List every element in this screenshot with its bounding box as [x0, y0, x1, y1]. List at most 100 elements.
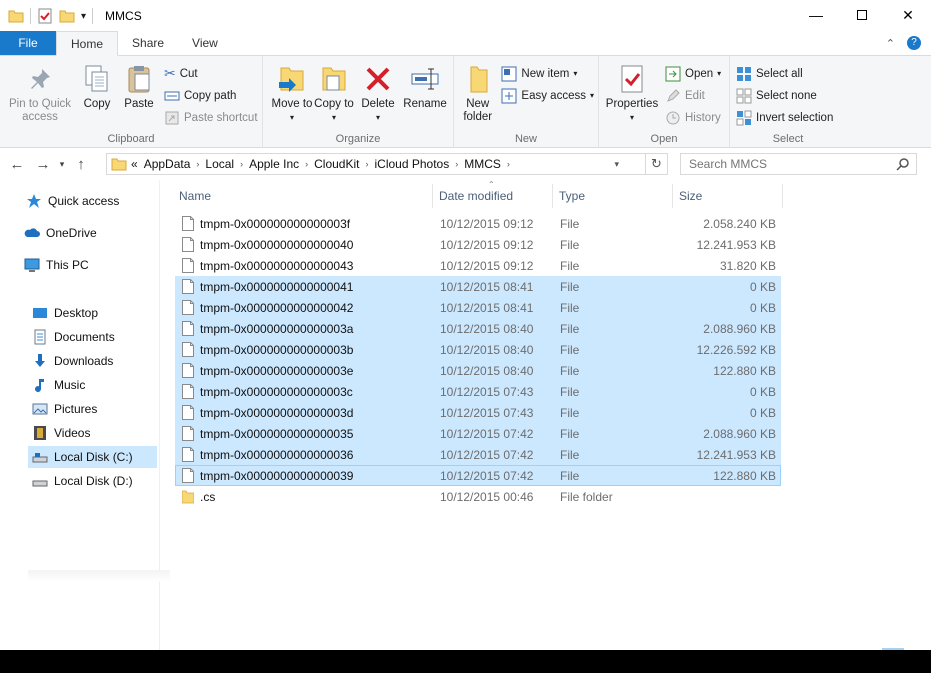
chevron-right-icon[interactable]: ›	[365, 159, 368, 169]
new-item-icon	[501, 66, 517, 81]
edit-button[interactable]: Edit	[665, 86, 721, 105]
file-size: 2.088.960 KB	[703, 322, 776, 336]
minimize-ribbon-chevron-icon[interactable]: ⌃	[886, 37, 895, 50]
file-row[interactable]: tmpm-0x000000000000003b 10/12/2015 08:40 F…	[175, 339, 781, 360]
breadcrumb-local[interactable]: Local	[205, 157, 234, 171]
file-row[interactable]: tmpm-0x0000000000000036 10/12/2015 07:42 F…	[175, 444, 781, 465]
column-header-type[interactable]: Type	[553, 184, 673, 208]
file-date-modified: 10/12/2015 07:42	[440, 469, 534, 483]
up-button[interactable]: ↑	[70, 156, 92, 173]
chevron-right-icon[interactable]: ›	[196, 159, 199, 169]
file-row[interactable]: tmpm-0x0000000000000041 10/12/2015 08:41 F…	[175, 276, 781, 297]
refresh-button[interactable]: ↻	[646, 153, 668, 175]
organize-group-label: Organize	[335, 133, 381, 145]
monitor-icon	[24, 258, 40, 272]
maximize-button[interactable]	[839, 0, 885, 30]
chevron-right-icon[interactable]: ›	[240, 159, 243, 169]
search-box[interactable]	[680, 153, 917, 175]
nav-item-onedrive[interactable]: OneDrive	[24, 222, 97, 244]
tab-home[interactable]: Home	[56, 31, 119, 56]
tab-file[interactable]: File	[0, 31, 56, 55]
invert-selection-button[interactable]: Invert selection	[736, 108, 833, 127]
file-row[interactable]: tmpm-0x000000000000003f 10/12/2015 09:12 F…	[175, 213, 781, 234]
chevron-right-icon[interactable]: ›	[305, 159, 308, 169]
file-row[interactable]: tmpm-0x0000000000000039 10/12/2015 07:42 F…	[175, 465, 781, 486]
recent-locations-button[interactable]: ▾	[54, 159, 70, 170]
back-arrow-icon: ←	[9, 155, 25, 173]
nav-pane-scroll-region	[28, 570, 170, 582]
up-arrow-icon: ↑	[77, 155, 85, 173]
select-none-button[interactable]: Select none	[736, 86, 833, 105]
nav-item-documents[interactable]: Documents	[32, 326, 115, 348]
file-row[interactable]: tmpm-0x0000000000000042 10/12/2015 08:41 F…	[175, 297, 781, 318]
file-size: 0 KB	[749, 385, 776, 399]
select-all-button[interactable]: Select all	[736, 64, 833, 83]
folder-row[interactable]: .cs 10/12/2015 00:46 File folder	[175, 486, 781, 507]
search-input[interactable]	[689, 157, 889, 171]
close-button[interactable]: ✕	[885, 0, 931, 30]
breadcrumb-mmcs[interactable]: MMCS	[464, 157, 501, 171]
file-row[interactable]: tmpm-0x0000000000000043 10/12/2015 09:12 F…	[175, 255, 781, 276]
nav-item-local-disk-c[interactable]: Local Disk (C:)	[28, 446, 157, 468]
chevron-down-icon: ▾	[375, 113, 380, 122]
nav-item-pictures[interactable]: Pictures	[32, 398, 97, 420]
file-date-modified: 10/12/2015 07:43	[440, 385, 534, 399]
nav-item-downloads[interactable]: Downloads	[32, 350, 113, 372]
column-header-size[interactable]: Size	[673, 184, 783, 208]
column-header-name[interactable]: Name	[173, 184, 433, 208]
address-dropdown-icon[interactable]: ▾	[614, 154, 619, 174]
nav-item-videos[interactable]: Videos	[32, 422, 90, 444]
help-icon[interactable]: ?	[907, 36, 921, 50]
copy-path-button[interactable]: Copy path	[164, 86, 258, 105]
file-row[interactable]: tmpm-0x000000000000003c 10/12/2015 07:43 F…	[175, 381, 781, 402]
breadcrumb-apple-inc[interactable]: Apple Inc	[249, 157, 299, 171]
folder-icon	[8, 10, 24, 23]
chevron-down-icon: ▾	[59, 158, 65, 169]
file-name: tmpm-0x0000000000000041	[200, 280, 354, 294]
breadcrumb-cloudkit[interactable]: CloudKit	[314, 157, 359, 171]
new-item-button[interactable]: New item ▾	[501, 64, 594, 83]
new-folder-icon	[470, 66, 488, 93]
breadcrumb-overflow[interactable]: «	[131, 157, 138, 171]
nav-item-desktop[interactable]: Desktop	[32, 302, 98, 324]
new-folder-label: New folder	[463, 98, 493, 123]
pictures-icon	[32, 403, 48, 415]
new-folder-icon[interactable]	[59, 8, 75, 24]
file-size: 12.226.592 KB	[696, 343, 776, 357]
properties-check-icon[interactable]	[37, 8, 53, 24]
file-date-modified: 10/12/2015 08:40	[440, 364, 534, 378]
file-row[interactable]: tmpm-0x0000000000000035 10/12/2015 07:42 F…	[175, 423, 781, 444]
forward-button[interactable]: →	[32, 156, 54, 173]
breadcrumb-appdata[interactable]: AppData	[144, 157, 191, 171]
folder-icon	[111, 158, 127, 171]
nav-item-music[interactable]: Music	[32, 374, 85, 396]
ribbon: Pin to Quick access Copy Paste ✂ Cut Copy…	[0, 56, 931, 148]
file-row[interactable]: tmpm-0x000000000000003d 10/12/2015 07:43 F…	[175, 402, 781, 423]
chevron-right-icon[interactable]: ›	[455, 159, 458, 169]
customize-toolbar-dropdown[interactable]: ▾	[81, 11, 86, 22]
tab-view[interactable]: View	[178, 31, 232, 55]
history-label: History	[685, 111, 721, 124]
file-row[interactable]: tmpm-0x000000000000003e 10/12/2015 08:40 F…	[175, 360, 781, 381]
nav-item-this-pc[interactable]: This PC	[24, 254, 89, 276]
file-row[interactable]: tmpm-0x000000000000003a 10/12/2015 08:40 F…	[175, 318, 781, 339]
history-button[interactable]: History	[665, 108, 721, 127]
address-bar[interactable]: « AppData › Local › Apple Inc › CloudKit › i…	[106, 153, 646, 175]
easy-access-button[interactable]: Easy access ▾	[501, 86, 594, 105]
edit-label: Edit	[685, 89, 705, 102]
column-header-date-modified[interactable]: Date modified	[433, 184, 553, 208]
open-button[interactable]: Open ▾	[665, 64, 721, 83]
file-row[interactable]: tmpm-0x0000000000000040 10/12/2015 09:12 F…	[175, 234, 781, 255]
breadcrumb-icloud-photos[interactable]: iCloud Photos	[374, 157, 449, 171]
file-icon	[182, 279, 194, 294]
file-type: File	[560, 406, 580, 420]
paste-shortcut-button[interactable]: Paste shortcut	[164, 108, 258, 127]
nav-item-quick-access[interactable]: Quick access	[26, 190, 119, 212]
minimize-button[interactable]: —	[793, 0, 839, 30]
close-icon: ✕	[902, 6, 914, 23]
tab-share[interactable]: Share	[118, 31, 178, 55]
chevron-right-icon[interactable]: ›	[507, 159, 510, 169]
cut-button[interactable]: ✂ Cut	[164, 64, 258, 83]
nav-item-local-disk-d[interactable]: Local Disk (D:)	[32, 470, 133, 492]
back-button[interactable]: ←	[6, 156, 28, 173]
